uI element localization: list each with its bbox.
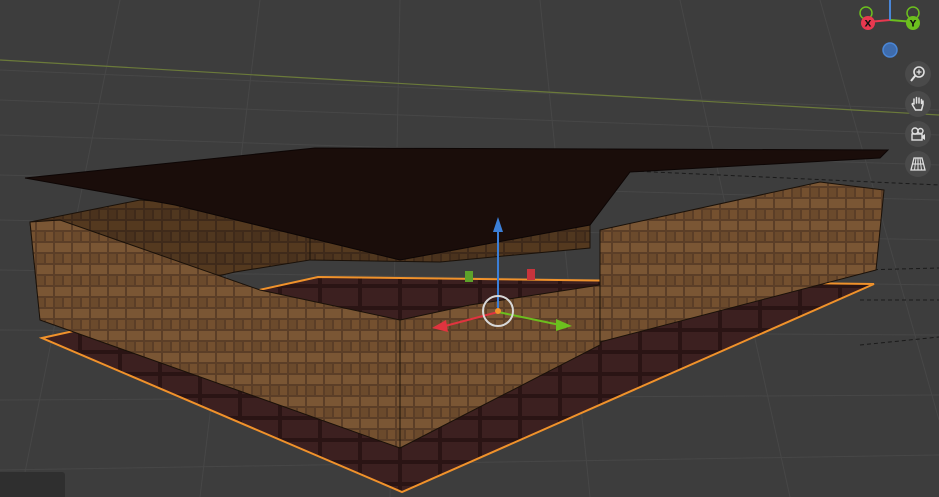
zoom-icon bbox=[910, 66, 925, 82]
pan-button[interactable] bbox=[905, 91, 931, 117]
camera-icon bbox=[911, 127, 925, 141]
yz-plane-handle[interactable] bbox=[465, 271, 473, 282]
hand-icon bbox=[911, 96, 924, 111]
zoom-button[interactable] bbox=[905, 61, 931, 87]
status-corner-panel bbox=[0, 472, 65, 497]
grid-perspective-icon bbox=[910, 157, 926, 171]
origin-dot bbox=[495, 308, 501, 314]
world-x-axis bbox=[0, 59, 939, 116]
z-negative-handle[interactable] bbox=[882, 42, 898, 58]
camera-view-button[interactable] bbox=[905, 121, 931, 147]
perspective-toggle-button[interactable] bbox=[905, 151, 931, 177]
gizmo-y-label: Y bbox=[909, 20, 917, 30]
3d-viewport[interactable] bbox=[0, 0, 939, 497]
navigation-gizmo[interactable]: X Y bbox=[850, 0, 939, 64]
xz-plane-handle[interactable] bbox=[527, 269, 535, 280]
gizmo-x-label: X bbox=[865, 20, 872, 30]
